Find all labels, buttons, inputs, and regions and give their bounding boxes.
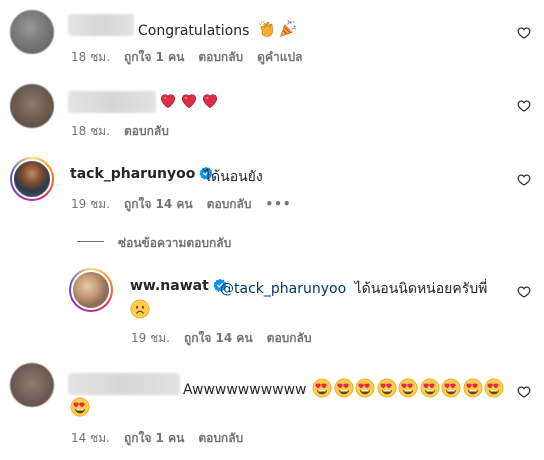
likes-count[interactable]: ถูกใจ 14 คน — [184, 331, 253, 345]
heart-outline-icon[interactable] — [517, 26, 531, 40]
red-heart-emoji — [159, 92, 177, 110]
likes-count[interactable]: ถูกใจ 1 คน — [124, 50, 184, 64]
timestamp: 19 ชม. — [71, 197, 110, 211]
comment-text: Awwwwwwwwww — [183, 378, 504, 398]
comment-meta: 14 ชม. ถูกใจ 1 คน ตอบกลับ — [71, 429, 257, 448]
heart-outline-icon[interactable] — [517, 99, 531, 113]
timestamp: 18 ชม. — [71, 50, 110, 64]
comment-text-content: Awwwwwwwwww — [183, 382, 307, 398]
comment-text-content: ได้นอนนิดหน่อยครับพี่ — [354, 281, 488, 297]
likes-count[interactable]: ถูกใจ 1 คน — [124, 431, 184, 445]
comment-meta: 19 ชม. ถูกใจ 14 คน ตอบกลับ — [131, 329, 326, 348]
username[interactable]: tack_pharunyoo — [70, 166, 213, 182]
timestamp: 18 ชม. — [71, 124, 110, 138]
comment-meta: 19 ชม. ถูกใจ 14 คน ตอบกลับ ••• — [71, 195, 306, 214]
heart-eyes-emoji — [334, 378, 354, 398]
comment-text: Congratulations — [138, 19, 298, 39]
username-redacted[interactable] — [68, 373, 180, 395]
reply-button[interactable]: ตอบกลับ — [207, 197, 252, 211]
heart-eyes-emoji — [463, 378, 483, 398]
heart-eyes-emoji — [420, 378, 440, 398]
red-heart-emoji — [180, 92, 198, 110]
reply-button[interactable]: ตอบกลับ — [124, 124, 169, 138]
comment-meta: 18 ชม. ถูกใจ 1 คน ตอบกลับ ดูคำแปล — [71, 48, 316, 67]
username-redacted[interactable] — [68, 91, 156, 113]
comment-text: @tack_pharunyoo ได้นอนนิดหน่อยครับพี่ — [220, 278, 487, 300]
username-text: ww.nawat — [130, 278, 209, 294]
likes-count[interactable]: ถูกใจ 14 คน — [124, 197, 193, 211]
heart-eyes-emoji — [312, 378, 332, 398]
heart-outline-icon[interactable] — [517, 173, 531, 187]
timestamp: 14 ชม. — [71, 431, 110, 445]
avatar-image — [12, 159, 52, 199]
avatar[interactable] — [10, 157, 54, 201]
avatar[interactable] — [10, 84, 54, 128]
translate-button[interactable]: ดูคำแปล — [257, 50, 302, 64]
slightly-frowning-face-emoji — [130, 299, 150, 319]
heart-eyes-emoji — [484, 378, 504, 398]
reply-button[interactable]: ตอบกลับ — [198, 50, 243, 64]
username-text: tack_pharunyoo — [70, 166, 196, 182]
avatar-image — [71, 270, 111, 310]
comment-meta: 18 ชม. ตอบกลับ — [71, 122, 183, 141]
heart-outline-icon[interactable] — [517, 385, 531, 399]
avatar[interactable] — [10, 363, 54, 407]
comment-text: ได้นอนยัง — [204, 169, 263, 185]
hide-replies-button[interactable]: ซ่อนข้อความตอบกลับ — [118, 234, 231, 253]
heart-eyes-emoji — [70, 397, 90, 417]
more-options-icon[interactable]: ••• — [266, 197, 292, 211]
party-popper-emoji — [278, 19, 298, 39]
comment-text-content: Congratulations — [138, 23, 250, 39]
heart-eyes-emoji-row — [311, 382, 505, 398]
red-heart-emoji — [201, 92, 219, 110]
heart-outline-icon[interactable] — [517, 285, 531, 299]
comment-text — [159, 92, 222, 110]
clapping-hands-emoji — [258, 19, 278, 39]
reply-button[interactable]: ตอบกลับ — [267, 331, 312, 345]
heart-eyes-emoji — [377, 378, 397, 398]
heart-eyes-emoji — [398, 378, 418, 398]
avatar[interactable] — [69, 268, 113, 312]
username[interactable]: ww.nawat — [130, 278, 227, 294]
heart-eyes-emoji — [441, 378, 461, 398]
hide-replies-line — [77, 241, 104, 242]
heart-eyes-emoji — [355, 378, 375, 398]
username-redacted[interactable] — [68, 14, 134, 36]
timestamp: 19 ชม. — [131, 331, 170, 345]
reply-button[interactable]: ตอบกลับ — [198, 431, 243, 445]
mention-link[interactable]: @tack_pharunyoo — [220, 281, 346, 297]
avatar[interactable] — [10, 10, 54, 54]
